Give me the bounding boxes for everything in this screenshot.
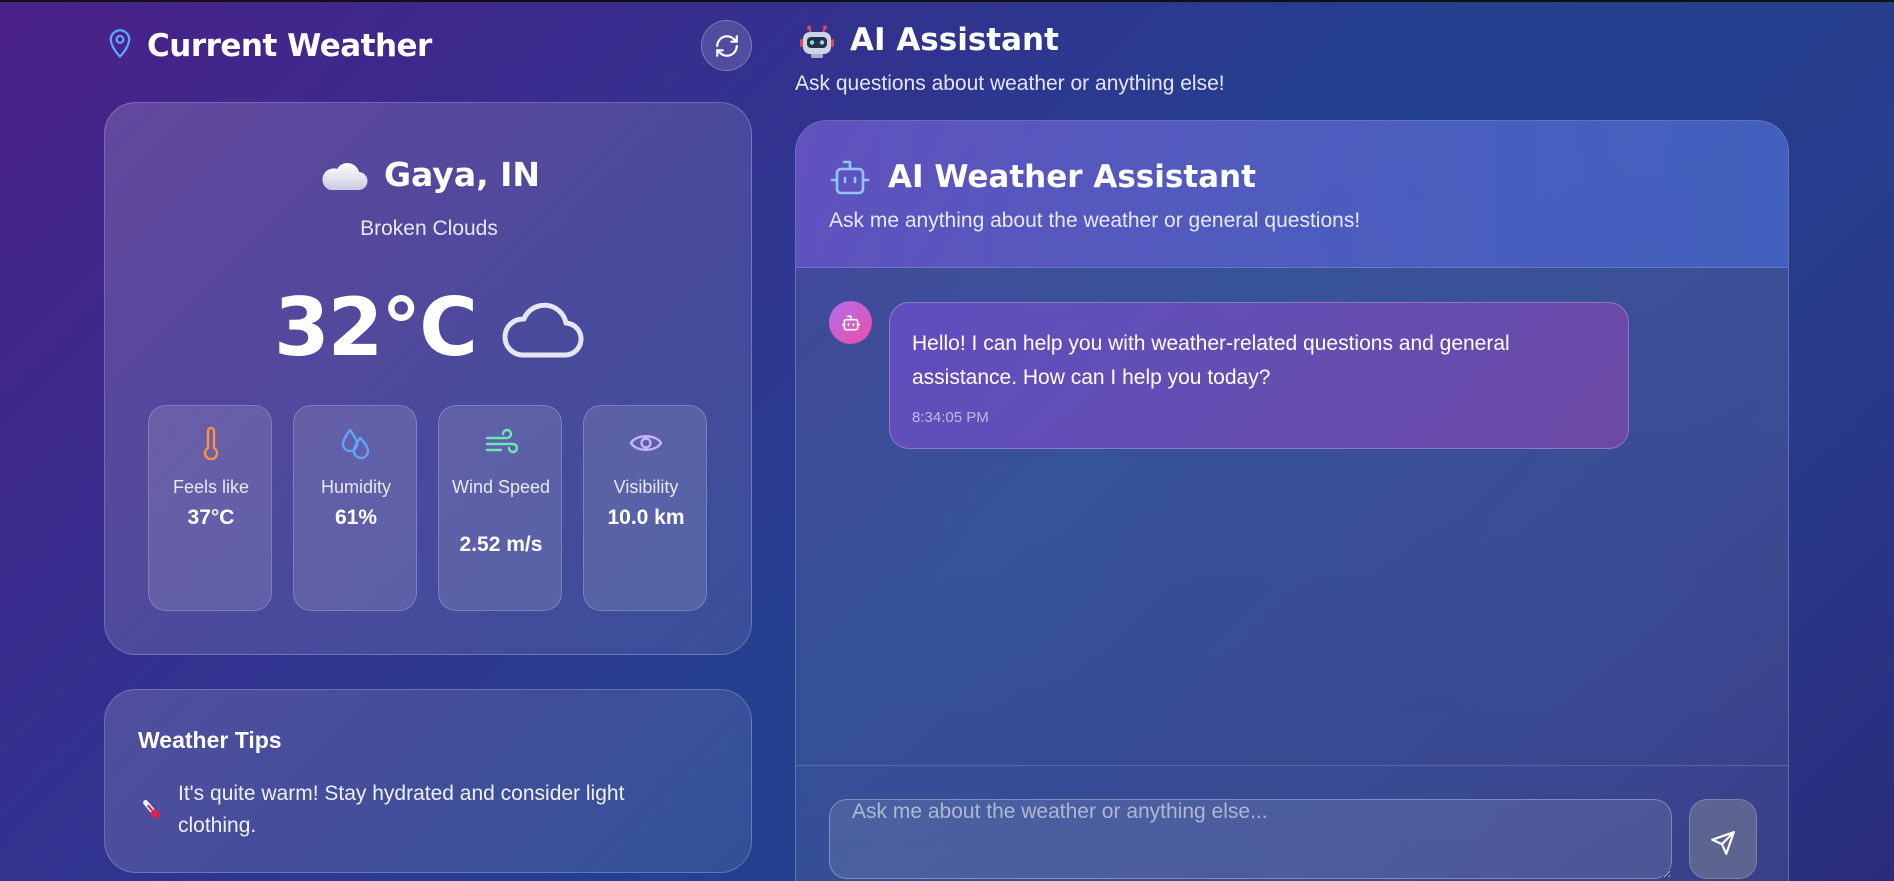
send-button[interactable] xyxy=(1689,799,1757,879)
stat-label: Humidity xyxy=(320,477,391,497)
bot-small-icon xyxy=(841,315,860,330)
message-text: Hello! I can help you with weather-relat… xyxy=(912,332,1510,389)
stat-value: 10.0 km xyxy=(607,506,685,529)
robot-emoji-icon xyxy=(799,24,835,60)
stat-visibility: Visibility 10.0 km xyxy=(583,405,707,611)
page-title: Current Weather xyxy=(147,28,432,64)
stat-value: 61% xyxy=(334,506,378,529)
stat-wind-speed: Wind Speed 2.52 m/s xyxy=(438,405,562,611)
assistant-title: AI Assistant xyxy=(850,22,1059,58)
chat-card: AI Weather Assistant Ask me anything abo… xyxy=(795,120,1789,881)
map-pin-icon xyxy=(106,28,134,60)
cloud-icon xyxy=(322,162,368,190)
thermometer-emoji-icon xyxy=(139,797,163,821)
chat-subtitle: Ask me anything about the weather or gen… xyxy=(829,209,1361,232)
stat-label: Feels like xyxy=(172,477,250,497)
temperature-value: 32°C xyxy=(273,281,478,374)
bot-icon xyxy=(830,159,870,197)
thermometer-icon xyxy=(203,426,219,460)
send-icon xyxy=(1711,831,1735,855)
cloud-outline-icon xyxy=(502,302,584,358)
stat-feels-like: Feels like 37°C xyxy=(148,405,272,611)
chat-title: AI Weather Assistant xyxy=(888,159,1256,195)
wind-icon xyxy=(485,428,518,454)
assistant-subtitle: Ask questions about weather or anything … xyxy=(795,72,1225,95)
refresh-button[interactable] xyxy=(701,20,752,71)
droplets-icon xyxy=(341,428,370,460)
stat-value: 37°C xyxy=(187,506,235,529)
tip-text: It's quite warm! Stay hydrated and consi… xyxy=(178,782,625,837)
chat-input-area xyxy=(796,765,1788,881)
stat-label: Wind Speed xyxy=(451,477,551,497)
message-timestamp: 8:34:05 PM xyxy=(912,409,989,426)
refresh-icon xyxy=(715,34,738,57)
tips-title: Weather Tips xyxy=(138,727,282,753)
stat-label: Visibility xyxy=(613,477,679,497)
weather-stats: Feels like 37°C Humidity 61% Wind Speed … xyxy=(148,405,710,611)
location-row: Gaya, IN xyxy=(105,155,753,197)
chat-input[interactable] xyxy=(829,799,1672,879)
stat-value: 2.52 m/s xyxy=(459,533,543,556)
window-top-border xyxy=(0,0,1894,2)
avatar xyxy=(829,301,872,344)
message-bubble: Hello! I can help you with weather-relat… xyxy=(889,302,1629,449)
weather-header: Current Weather xyxy=(104,20,752,71)
chat-header: AI Weather Assistant Ask me anything abo… xyxy=(796,121,1788,268)
current-weather-card: Gaya, IN Broken Clouds 32°C Feels like 3… xyxy=(104,102,752,655)
weather-tips-card: Weather Tips It's quite warm! Stay hydra… xyxy=(104,689,752,873)
eye-icon xyxy=(629,435,663,451)
weather-description: Broken Clouds xyxy=(360,217,498,240)
stat-humidity: Humidity 61% xyxy=(293,405,417,611)
city-name: Gaya, IN xyxy=(383,155,541,194)
temperature-row: 32°C xyxy=(105,281,753,374)
